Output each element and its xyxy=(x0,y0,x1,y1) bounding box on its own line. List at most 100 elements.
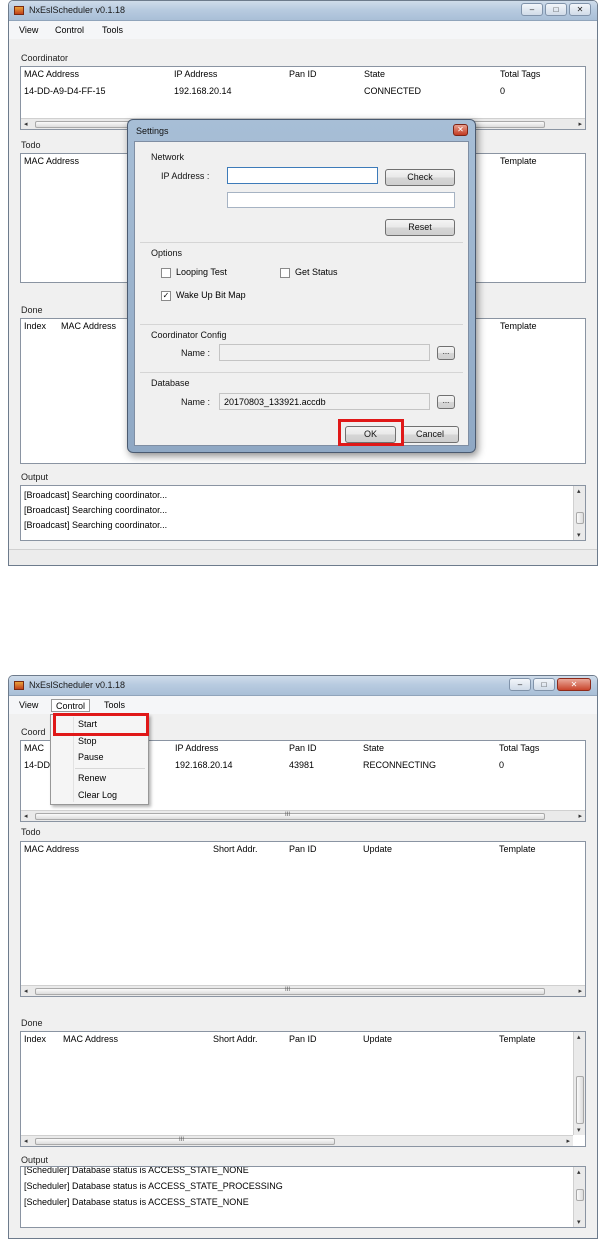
grid-header: MAC Address IP Address Pan ID State Tota… xyxy=(21,67,585,82)
title-bar[interactable]: NxEslScheduler v0.1.18 – □ ✕ xyxy=(9,676,597,696)
check-button[interactable]: Check xyxy=(385,169,455,186)
menu-tools[interactable]: Tools xyxy=(98,24,127,37)
scroll-down-arrow[interactable]: ▾ xyxy=(577,1218,581,1226)
coordinator-label: Coord xyxy=(21,727,46,737)
vertical-scrollbar[interactable]: ▴ ▾ xyxy=(573,1032,585,1135)
scroll-right-arrow[interactable]: ▸ xyxy=(578,120,582,128)
vertical-scrollbar[interactable]: ▴ ▾ xyxy=(573,1167,585,1227)
scroll-left-arrow[interactable]: ◂ xyxy=(24,987,28,995)
column-header[interactable]: IP Address xyxy=(174,69,217,79)
wake-up-bit-map-checkbox[interactable]: ✓ xyxy=(161,291,171,301)
start-highlight-box xyxy=(53,713,149,736)
scroll-right-arrow[interactable]: ▸ xyxy=(578,987,582,995)
menu-view[interactable]: View xyxy=(15,24,42,37)
horizontal-scrollbar[interactable]: ◂ III ▸ xyxy=(21,1135,573,1146)
scroll-left-arrow[interactable]: ◂ xyxy=(24,120,28,128)
database-name-input[interactable]: 20170803_133921.accdb xyxy=(219,393,430,410)
menu-item-pause[interactable]: Pause xyxy=(78,752,104,762)
maximize-button[interactable]: □ xyxy=(533,678,555,691)
settings-dialog: Settings ✕ Network IP Address : Check Re… xyxy=(127,119,476,453)
column-header[interactable]: Pan ID xyxy=(289,844,317,854)
scroll-down-arrow[interactable]: ▾ xyxy=(577,531,581,539)
column-header[interactable]: State xyxy=(363,743,384,753)
scroll-up-arrow[interactable]: ▴ xyxy=(577,487,581,495)
horizontal-scrollbar[interactable]: ◂ III ▸ xyxy=(21,985,585,996)
reset-button[interactable]: Reset xyxy=(385,219,455,236)
column-header[interactable]: IP Address xyxy=(175,743,218,753)
dialog-close-button[interactable]: ✕ xyxy=(453,124,468,136)
scroll-right-arrow[interactable]: ▸ xyxy=(578,812,582,820)
column-header[interactable]: State xyxy=(364,69,385,79)
column-header[interactable]: Short Addr. xyxy=(213,844,258,854)
coordinator-name-label: Name : xyxy=(181,348,211,358)
close-button[interactable]: ✕ xyxy=(557,678,591,691)
dialog-title: Settings xyxy=(136,126,169,136)
column-header[interactable]: MAC Address xyxy=(24,844,79,854)
scroll-thumb[interactable] xyxy=(576,1189,584,1201)
scroll-thumb[interactable] xyxy=(576,1076,584,1124)
column-header[interactable]: Pan ID xyxy=(289,1034,317,1044)
ok-highlight-box xyxy=(338,419,404,446)
minimize-button[interactable]: – xyxy=(509,678,531,691)
menu-item-renew[interactable]: Renew xyxy=(78,773,106,783)
minimize-button[interactable]: – xyxy=(521,3,543,16)
menu-item-clear-log[interactable]: Clear Log xyxy=(78,790,117,800)
maximize-button[interactable]: □ xyxy=(545,3,567,16)
log-line: [Broadcast] Searching coordinator... xyxy=(24,505,168,515)
column-header[interactable]: Total Tags xyxy=(500,69,540,79)
menu-view[interactable]: View xyxy=(15,699,42,712)
output-log[interactable]: [Broadcast] Searching coordinator... [Br… xyxy=(20,485,586,541)
scroll-down-arrow[interactable]: ▾ xyxy=(577,1126,581,1134)
title-bar[interactable]: NxEslScheduler v0.1.18 – □ ✕ xyxy=(9,1,597,21)
todo-label: Todo xyxy=(21,140,41,150)
column-header[interactable]: MAC Address xyxy=(24,69,79,79)
column-header[interactable]: Template xyxy=(499,1034,536,1044)
looping-test-checkbox[interactable] xyxy=(161,268,171,278)
column-header[interactable]: Pan ID xyxy=(289,743,317,753)
scroll-left-arrow[interactable]: ◂ xyxy=(24,812,28,820)
column-header[interactable]: Index xyxy=(24,321,46,331)
get-status-checkbox[interactable] xyxy=(280,268,290,278)
column-header[interactable]: MAC Address xyxy=(24,156,79,166)
menu-control[interactable]: Control xyxy=(51,699,91,712)
vertical-scrollbar[interactable]: ▴ ▾ xyxy=(573,486,585,540)
app-icon xyxy=(14,681,24,690)
column-header[interactable]: Template xyxy=(499,844,536,854)
done-label: Done xyxy=(21,1018,43,1028)
column-header[interactable]: MAC Address xyxy=(61,321,116,331)
column-header[interactable]: MAC xyxy=(24,743,44,753)
column-header[interactable]: Template xyxy=(500,321,537,331)
scroll-left-arrow[interactable]: ◂ xyxy=(24,1137,28,1145)
cancel-button[interactable]: Cancel xyxy=(401,426,459,443)
grid-header: Index MAC Address Short Addr. Pan ID Upd… xyxy=(21,1032,585,1047)
menu-control[interactable]: Control xyxy=(51,24,88,37)
column-header[interactable]: Index xyxy=(24,1034,46,1044)
scroll-grip: III xyxy=(285,987,291,993)
column-header[interactable]: MAC Address xyxy=(63,1034,118,1044)
column-header[interactable]: Pan ID xyxy=(289,69,317,79)
scroll-up-arrow[interactable]: ▴ xyxy=(577,1033,581,1041)
column-header[interactable]: Update xyxy=(363,844,392,854)
scroll-right-arrow[interactable]: ▸ xyxy=(566,1137,570,1145)
ip-address-input[interactable] xyxy=(227,167,378,184)
column-header[interactable]: Update xyxy=(363,1034,392,1044)
scroll-thumb[interactable] xyxy=(576,512,584,524)
menu-item-stop[interactable]: Stop xyxy=(78,736,97,746)
menu-tools[interactable]: Tools xyxy=(100,699,129,712)
column-header[interactable]: Short Addr. xyxy=(213,1034,258,1044)
close-button[interactable]: ✕ xyxy=(569,3,591,16)
database-browse-button[interactable]: ... xyxy=(437,395,455,409)
column-header[interactable]: Total Tags xyxy=(499,743,539,753)
todo-grid[interactable]: MAC Address Short Addr. Pan ID Update Te… xyxy=(20,841,586,997)
horizontal-scrollbar[interactable]: ◂ III ▸ xyxy=(21,810,585,821)
table-row[interactable]: 14-DD-A9-D4-FF-15 192.168.20.14 CONNECTE… xyxy=(21,84,585,99)
column-header[interactable]: Template xyxy=(500,156,537,166)
done-grid[interactable]: Index MAC Address Short Addr. Pan ID Upd… xyxy=(20,1031,586,1147)
scroll-thumb[interactable] xyxy=(35,1138,335,1145)
output-log[interactable]: [Scheduler] Database status is ACCESS_ST… xyxy=(20,1166,586,1228)
coordinator-browse-button[interactable]: ... xyxy=(437,346,455,360)
scroll-up-arrow[interactable]: ▴ xyxy=(577,1168,581,1176)
log-line: [Scheduler] Database status is ACCESS_ST… xyxy=(24,1181,283,1191)
coordinator-name-input[interactable] xyxy=(219,344,430,361)
network-status-field[interactable] xyxy=(227,192,455,208)
